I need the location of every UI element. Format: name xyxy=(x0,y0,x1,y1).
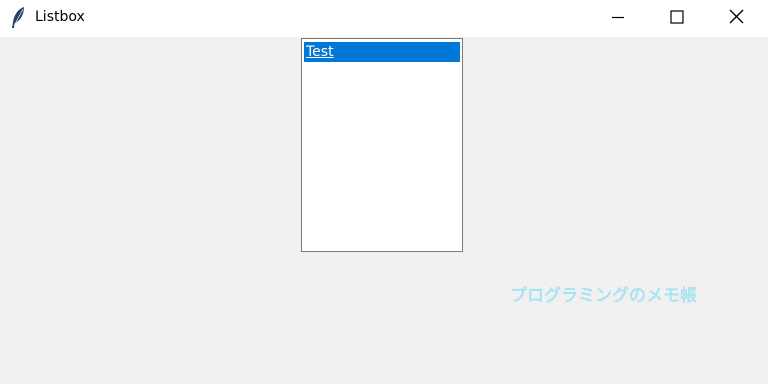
app-window: Listbox Test プログラミングのメモ帳 xyxy=(0,0,768,384)
title-bar[interactable]: Listbox xyxy=(0,0,768,37)
feather-icon xyxy=(9,6,27,30)
window-title: Listbox xyxy=(35,9,85,25)
minimize-icon xyxy=(612,16,624,19)
maximize-button[interactable] xyxy=(654,0,700,37)
list-item[interactable]: Test xyxy=(304,42,460,62)
listbox-content: Test xyxy=(303,40,461,250)
client-area: Test xyxy=(0,37,768,384)
watermark-text: プログラミングのメモ帳 xyxy=(510,286,697,306)
close-icon xyxy=(729,9,744,24)
listbox[interactable]: Test xyxy=(301,38,463,252)
close-button[interactable] xyxy=(714,0,760,37)
minimize-button[interactable] xyxy=(596,0,642,37)
maximize-icon xyxy=(670,10,684,24)
